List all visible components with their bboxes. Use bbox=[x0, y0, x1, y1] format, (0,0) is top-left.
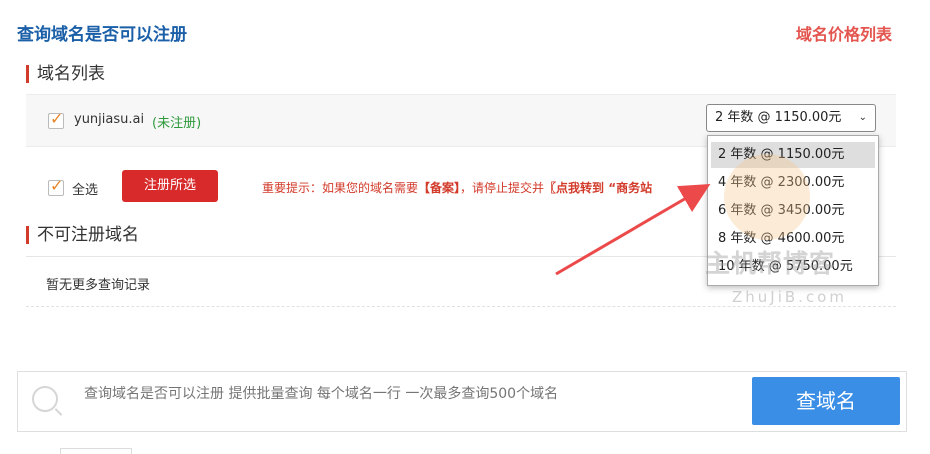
annotation-arrow-icon bbox=[555, 183, 711, 276]
